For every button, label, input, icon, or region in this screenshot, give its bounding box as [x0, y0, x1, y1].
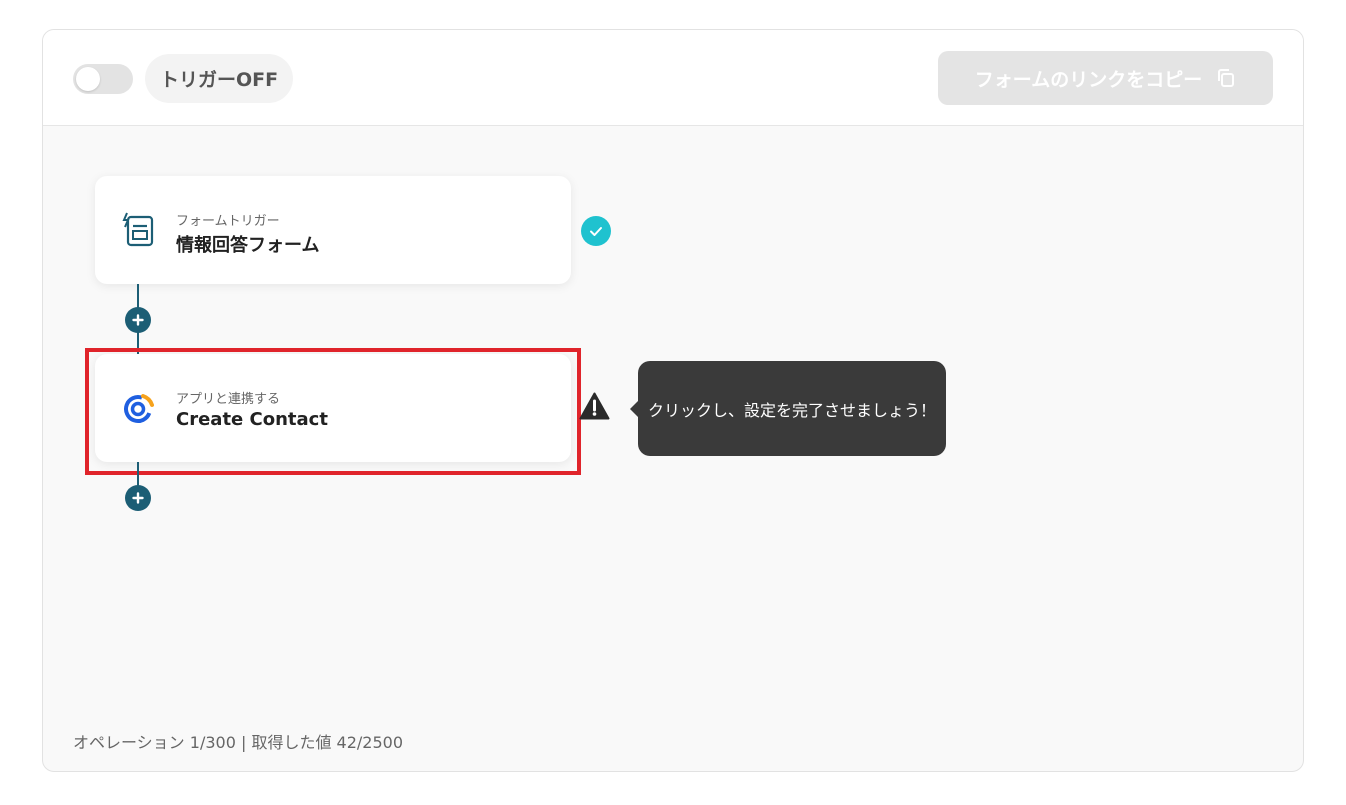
tooltip-text: クリックし、設定を完了させましょう！ [647, 400, 936, 420]
check-icon [581, 216, 611, 246]
flow-node-form-trigger[interactable]: フォームトリガー 情報回答フォーム [95, 176, 571, 284]
toggle-knob [76, 67, 100, 91]
warning-icon [579, 392, 610, 420]
usage-footer: オペレーション 1/300 | 取得した値 42/2500 [73, 733, 403, 752]
flow-node-create-contact[interactable]: アプリと連携する Create Contact [95, 354, 571, 462]
tooltip-arrow [630, 401, 638, 417]
form-icon [121, 210, 157, 250]
copy-form-link-button[interactable]: フォームのリンクをコピー [938, 51, 1273, 105]
trigger-status-label: トリガーOFF [145, 54, 294, 103]
trigger-toggle[interactable] [73, 64, 133, 94]
trigger-status-text: トリガーOFF [160, 69, 279, 91]
copy-icon [1216, 68, 1236, 88]
plus-icon [132, 314, 144, 326]
node-subtitle: フォームトリガー [176, 214, 280, 229]
node-title: Create Contact [176, 409, 328, 430]
app-logo-icon [121, 388, 157, 428]
copy-form-link-label: フォームのリンクをコピー [974, 68, 1203, 91]
node-subtitle: アプリと連携する [176, 392, 281, 407]
flow-panel: トリガーOFF フォームのリンクをコピー フォームトリガー 情報回答フォーム ア… [42, 29, 1304, 772]
add-step-button[interactable] [125, 485, 151, 511]
node-title: 情報回答フォーム [176, 235, 320, 256]
top-bar: トリガーOFF フォームのリンクをコピー [43, 30, 1303, 126]
add-step-button[interactable] [125, 307, 151, 333]
setup-hint-tooltip: クリックし、設定を完了させましょう！ [630, 361, 946, 456]
plus-icon [132, 492, 144, 504]
